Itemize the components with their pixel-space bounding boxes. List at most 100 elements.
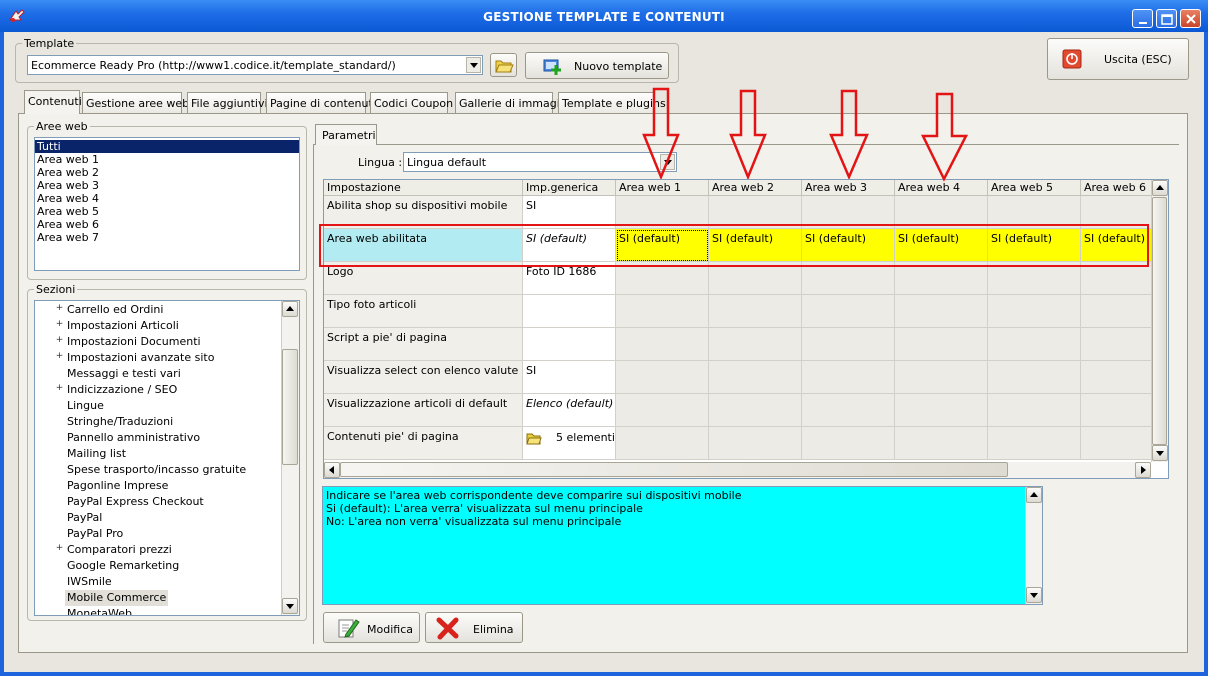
maximize-button[interactable] [1156, 9, 1177, 28]
tree-node[interactable]: Stringhe/Traduzioni [35, 414, 281, 430]
area-web-item[interactable]: Area web 7 [35, 231, 299, 244]
generic-value-cell[interactable] [523, 295, 616, 328]
tab-codici-coupon[interactable]: Codici Coupon [370, 92, 453, 113]
area-web-item[interactable]: Area web 5 [35, 205, 299, 218]
tree-node[interactable]: Messaggi e testi vari [35, 366, 281, 382]
generic-value-cell[interactable]: 5 elementi [523, 427, 616, 460]
setting-name-cell[interactable]: Tipo foto articoli [324, 295, 523, 328]
grid-horizontal-scrollbar[interactable] [324, 462, 1151, 478]
scroll-up-button[interactable] [1152, 180, 1168, 196]
area-value-cell[interactable] [802, 427, 895, 460]
area-value-cell[interactable] [988, 295, 1081, 328]
area-value-cell[interactable] [895, 361, 988, 394]
expand-icon[interactable]: + [55, 304, 64, 314]
tree-node[interactable]: Mobile Commerce [35, 590, 281, 606]
area-value-cell[interactable] [802, 328, 895, 361]
area-value-cell[interactable] [709, 328, 802, 361]
description-scrollbar[interactable] [1025, 487, 1042, 604]
column-header[interactable]: Area web 5 [988, 180, 1081, 196]
area-value-cell[interactable] [895, 328, 988, 361]
area-value-cell[interactable] [709, 427, 802, 460]
tab-gestione-aree-web[interactable]: Gestione aree web [82, 92, 189, 113]
elimina-button[interactable]: Elimina [425, 612, 523, 643]
scroll-down-button[interactable] [1026, 587, 1042, 603]
tree-node[interactable]: + Carrello ed Ordini [35, 302, 281, 318]
expand-icon[interactable]: + [55, 544, 64, 554]
area-value-cell[interactable] [988, 427, 1081, 460]
area-web-item[interactable]: Area web 4 [35, 192, 299, 205]
exit-button[interactable]: Uscita (ESC) [1047, 38, 1189, 80]
tree-node[interactable]: IWSmile [35, 574, 281, 590]
expand-icon[interactable]: + [55, 336, 64, 346]
area-value-cell[interactable] [988, 394, 1081, 427]
tab-parametri[interactable]: Parametri [315, 124, 377, 145]
tree-node[interactable]: + Impostazioni Documenti [35, 334, 281, 350]
scroll-down-button[interactable] [1152, 445, 1168, 461]
tab-gallerie-di-immagini[interactable]: Gallerie di immagini [455, 92, 570, 113]
sezioni-scrollbar[interactable] [281, 301, 299, 615]
template-select[interactable]: Ecommerce Ready Pro (http://www1.codice.… [27, 55, 483, 75]
lingua-select[interactable]: Lingua default [403, 152, 677, 172]
scroll-thumb[interactable] [340, 462, 1008, 477]
tree-node[interactable]: MonetaWeb [35, 606, 281, 615]
description-box[interactable]: Indicare se l'area web corrispondente de… [322, 486, 1043, 605]
column-header[interactable]: Area web 2 [709, 180, 802, 196]
area-web-item[interactable]: Area web 6 [35, 218, 299, 231]
column-header[interactable]: Area web 1 [616, 180, 709, 196]
tree-node[interactable]: Pannello amministrativo [35, 430, 281, 446]
tree-node[interactable]: + Indicizzazione / SEO [35, 382, 281, 398]
area-value-cell[interactable] [802, 394, 895, 427]
tree-node[interactable]: + Impostazioni avanzate sito [35, 350, 281, 366]
area-value-cell[interactable] [895, 394, 988, 427]
scroll-down-button[interactable] [282, 598, 298, 614]
tree-node[interactable]: PayPal [35, 510, 281, 526]
setting-name-cell[interactable]: Script a pie' di pagina [324, 328, 523, 361]
area-value-cell[interactable] [616, 394, 709, 427]
new-template-button[interactable]: Nuovo template [525, 52, 669, 79]
column-header[interactable]: Area web 3 [802, 180, 895, 196]
expand-icon[interactable]: + [55, 352, 64, 362]
grid-vertical-scrollbar[interactable] [1151, 180, 1168, 462]
tab-contenuti[interactable]: Contenuti [24, 90, 82, 114]
area-value-cell[interactable] [802, 295, 895, 328]
setting-name-cell[interactable]: Visualizza select con elenco valute [324, 361, 523, 394]
area-value-cell[interactable] [616, 328, 709, 361]
area-value-cell[interactable] [988, 328, 1081, 361]
area-value-cell[interactable] [616, 427, 709, 460]
tree-node[interactable]: Pagonline Imprese [35, 478, 281, 494]
open-folder-button[interactable] [490, 53, 517, 77]
expand-icon[interactable]: + [55, 320, 64, 330]
area-value-cell[interactable] [895, 427, 988, 460]
setting-name-cell[interactable]: Contenuti pie' di pagina [324, 427, 523, 460]
scroll-right-button[interactable] [1135, 462, 1151, 478]
column-header[interactable]: Area web 4 [895, 180, 988, 196]
tree-node[interactable]: + Impostazioni Articoli [35, 318, 281, 334]
tree-node[interactable]: + Comparatori prezzi [35, 542, 281, 558]
tab-pagine-di-contenuti[interactable]: Pagine di contenuti [266, 92, 376, 113]
area-value-cell[interactable] [709, 295, 802, 328]
setting-name-cell[interactable]: Visualizzazione articoli di default [324, 394, 523, 427]
column-header[interactable]: Impostazione [324, 180, 523, 196]
expand-icon[interactable]: + [55, 384, 64, 394]
tree-node[interactable]: Mailing list [35, 446, 281, 462]
area-value-cell[interactable] [616, 295, 709, 328]
area-web-item[interactable]: Area web 1 [35, 153, 299, 166]
generic-value-cell[interactable] [523, 328, 616, 361]
scroll-thumb[interactable] [282, 349, 298, 465]
scroll-left-button[interactable] [324, 462, 340, 478]
area-value-cell[interactable] [709, 394, 802, 427]
area-web-item[interactable]: Area web 2 [35, 166, 299, 179]
tree-node[interactable]: PayPal Express Checkout [35, 494, 281, 510]
scroll-up-button[interactable] [282, 301, 298, 317]
area-value-cell[interactable] [988, 361, 1081, 394]
area-web-item[interactable]: Area web 3 [35, 179, 299, 192]
tree-node[interactable]: Google Remarketing [35, 558, 281, 574]
area-web-item[interactable]: Tutti [35, 140, 299, 153]
generic-value-cell[interactable]: SI [523, 361, 616, 394]
scroll-thumb[interactable] [1152, 197, 1167, 445]
generic-value-cell[interactable]: Elenco (default) [523, 394, 616, 427]
tree-node[interactable]: Spese trasporto/incasso gratuite [35, 462, 281, 478]
chevron-down-icon[interactable] [466, 57, 481, 73]
area-value-cell[interactable] [895, 295, 988, 328]
minimize-button[interactable] [1132, 9, 1153, 28]
